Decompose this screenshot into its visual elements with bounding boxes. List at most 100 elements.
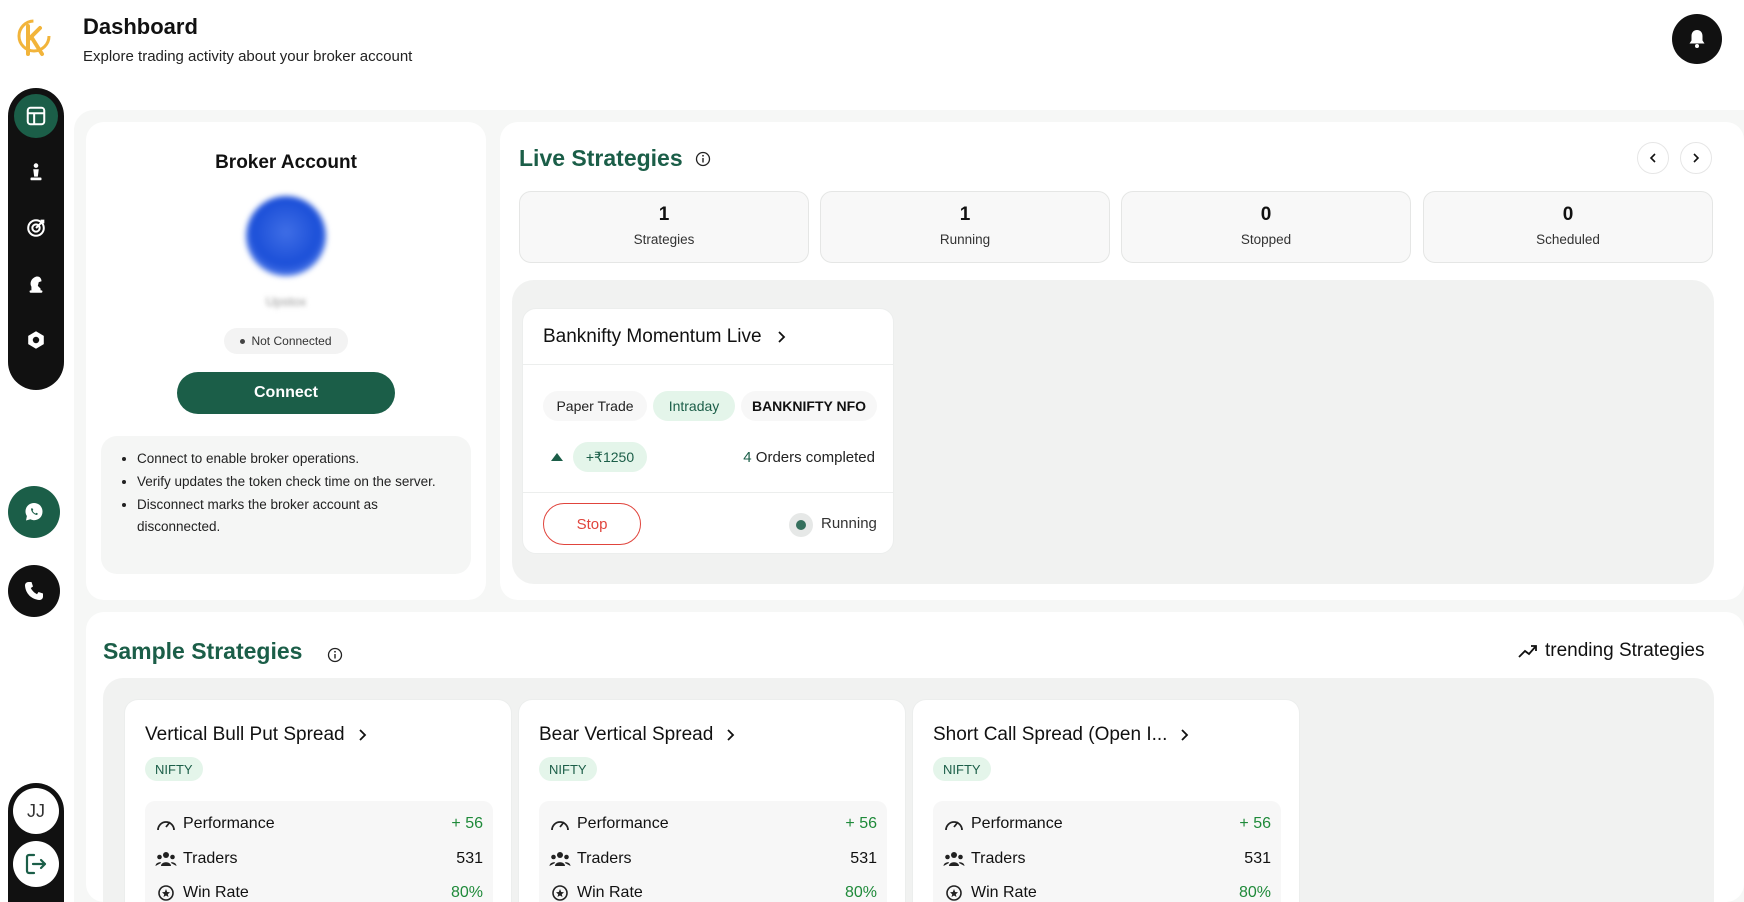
phone-button[interactable]	[8, 565, 60, 617]
users-icon	[549, 852, 571, 866]
live-strategy-card: Banknifty Momentum Live Paper Trade Intr…	[522, 308, 894, 554]
metric-value: 531	[1244, 850, 1271, 867]
metric-label: Traders	[971, 850, 1026, 867]
nav-settings-button[interactable]	[14, 318, 58, 362]
metric-label: Win Rate	[183, 884, 249, 901]
dashboard-icon	[26, 106, 46, 126]
metric-label: Win Rate	[971, 884, 1037, 901]
whatsapp-icon	[25, 503, 43, 521]
orders-text: Orders completed	[751, 449, 875, 466]
gauge-icon	[945, 821, 963, 831]
live-next-button[interactable]	[1680, 142, 1712, 174]
app-logo	[14, 14, 54, 62]
sidebar-nav	[8, 88, 64, 390]
tag-paper-trade: Paper Trade	[543, 391, 647, 421]
bell-icon	[1689, 30, 1705, 48]
chess-knight-icon	[29, 276, 43, 293]
nav-dashboard-button[interactable]	[14, 94, 58, 138]
stat-value: 0	[1562, 204, 1574, 225]
stop-button[interactable]: Stop	[543, 503, 641, 545]
sample-strategy-metrics: Performance + 56 Traders 531 Win Rate 80…	[539, 801, 887, 902]
metric-label: Performance	[971, 815, 1063, 832]
sample-strategy-metrics: Performance + 56 Traders 531 Win Rate 80…	[145, 801, 493, 902]
nav-targets-button[interactable]	[14, 206, 58, 250]
stat-label: Stopped	[1240, 232, 1292, 247]
metric-traders: Traders 531	[155, 848, 483, 870]
stat-strategies: 1 Strategies	[519, 191, 809, 263]
page-title: Dashboard	[83, 14, 198, 39]
stat-scheduled: 0 Scheduled	[1423, 191, 1713, 263]
stat-label: Running	[939, 232, 991, 247]
status-dot-icon	[240, 338, 246, 344]
stat-label: Strategies	[633, 232, 695, 247]
broker-account-card: Broker Account Upstox Not Connected Conn…	[86, 122, 486, 600]
logout-button[interactable]	[13, 841, 59, 887]
broker-status-badge: Not Connected	[224, 328, 348, 354]
broker-info-item: Disconnect marks the broker account as d…	[137, 494, 459, 538]
hexagon-nut-icon	[28, 331, 44, 349]
award-icon	[158, 885, 174, 901]
page-subtitle: Explore trading activity about your brok…	[83, 48, 413, 65]
chevron-right-icon	[1693, 153, 1700, 163]
user-avatar[interactable]: JJ	[13, 788, 59, 834]
users-icon	[155, 852, 177, 866]
users-icon	[943, 852, 965, 866]
metric-traders: Traders 531	[549, 848, 877, 870]
connect-button[interactable]: Connect	[177, 372, 395, 414]
strategy-status: Running	[821, 515, 877, 532]
metric-performance: Performance + 56	[155, 813, 483, 835]
broker-logo	[246, 196, 326, 276]
sample-strategies-title: Sample Strategies	[103, 638, 303, 664]
nav-strategies-button[interactable]	[14, 150, 58, 194]
running-indicator-icon	[789, 513, 813, 537]
trending-label: trending Strategies	[1545, 640, 1705, 661]
sample-strategy-title-link[interactable]: Short Call Spread (Open I...	[933, 724, 1189, 746]
metric-value: 80%	[1238, 884, 1271, 901]
metric-value: + 56	[1239, 815, 1271, 832]
gauge-icon	[157, 821, 175, 831]
tag-instrument: BANKNIFTY NFO	[741, 391, 877, 421]
metric-performance: Performance + 56	[943, 813, 1271, 835]
sample-strategy-card: Short Call Spread (Open I... NIFTY Perfo…	[912, 699, 1300, 902]
broker-info-item: Verify updates the token check time on t…	[137, 471, 459, 493]
sample-strategy-title-link[interactable]: Vertical Bull Put Spread	[145, 724, 367, 746]
notifications-button[interactable]	[1672, 14, 1722, 64]
metric-value: 80%	[844, 884, 877, 901]
award-icon	[552, 885, 568, 901]
nav-knight-button[interactable]	[14, 262, 58, 306]
chess-pawn-icon	[30, 163, 42, 181]
broker-card-title: Broker Account	[215, 152, 357, 173]
strategy-name: Banknifty Momentum Live	[543, 325, 762, 347]
broker-info-item: Connect to enable broker operations.	[137, 448, 459, 470]
chevron-right-icon	[777, 330, 785, 343]
sample-strategy-title: Vertical Bull Put Spread	[145, 724, 345, 745]
broker-status-text: Not Connected	[251, 334, 332, 348]
info-icon[interactable]	[695, 151, 711, 167]
metric-label: Performance	[577, 815, 669, 832]
live-strategies-title: Live Strategies	[519, 145, 683, 171]
metric-label: Traders	[183, 850, 238, 867]
award-icon	[946, 885, 962, 901]
metric-win-rate: Win Rate 80%	[155, 882, 483, 902]
stat-running: 1 Running	[820, 191, 1110, 263]
metric-win-rate: Win Rate 80%	[943, 882, 1271, 902]
metric-performance: Performance + 56	[549, 813, 877, 835]
phone-icon	[25, 582, 43, 600]
sample-strategy-tag: NIFTY	[933, 757, 991, 781]
stat-label: Scheduled	[1536, 232, 1600, 247]
broker-name: Upstox	[265, 294, 307, 309]
trending-strategies-link[interactable]: trending Strategies	[1517, 640, 1705, 662]
broker-info-list: Connect to enable broker operations. Ver…	[101, 436, 471, 574]
sample-strategy-card: Bear Vertical Spread NIFTY Performance +…	[518, 699, 906, 902]
info-icon[interactable]	[327, 647, 343, 663]
whatsapp-button[interactable]	[8, 486, 60, 538]
metric-label: Win Rate	[577, 884, 643, 901]
target-icon	[27, 219, 45, 237]
strategy-header-link[interactable]: Banknifty Momentum Live	[523, 309, 893, 365]
live-prev-button[interactable]	[1637, 142, 1669, 174]
sample-strategy-title-link[interactable]: Bear Vertical Spread	[539, 724, 735, 746]
sample-strategy-title: Short Call Spread (Open I...	[933, 724, 1168, 745]
pnl-up-arrow-icon	[551, 453, 563, 461]
sample-strategy-title: Bear Vertical Spread	[539, 724, 714, 745]
user-panel: JJ	[8, 783, 64, 902]
